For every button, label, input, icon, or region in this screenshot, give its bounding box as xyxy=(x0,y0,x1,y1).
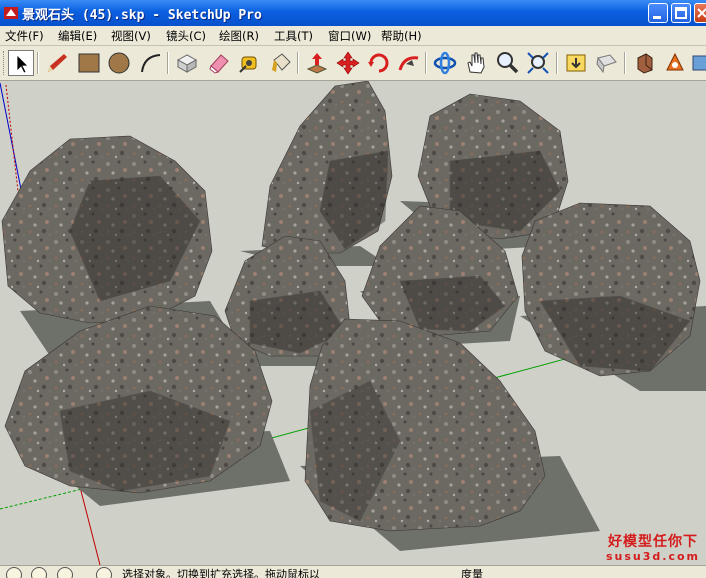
eraser-tool-button[interactable] xyxy=(206,50,232,76)
rectangle-tool-button[interactable] xyxy=(76,50,102,76)
paint-bucket-icon xyxy=(272,53,291,72)
sketchup-app-icon[interactable] xyxy=(3,5,19,21)
tape-measure-icon xyxy=(239,56,257,73)
maximize-button[interactable] xyxy=(671,3,691,23)
get-models-icon xyxy=(566,54,586,72)
measurements-label: 度量 xyxy=(461,568,483,578)
toolbar-separator xyxy=(624,52,626,74)
watermark-url: susu3d.com xyxy=(605,550,700,563)
zoom-extents-icon xyxy=(527,52,549,74)
follow-me-icon xyxy=(398,56,419,71)
status-hint: 选择对象。切换到扩充选择。拖动鼠标以 xyxy=(122,568,320,578)
rock-models xyxy=(1,81,701,532)
toolbar-separator xyxy=(297,52,299,74)
status-bar: 选择对象。切换到扩充选择。拖动鼠标以 度量 xyxy=(0,565,706,578)
zoom-icon xyxy=(497,52,519,74)
toolbar-separator xyxy=(556,52,558,74)
menu-file[interactable]: 文件(F) xyxy=(5,28,44,44)
menu-window[interactable]: 窗口(W) xyxy=(328,28,371,44)
green-axis-dashed xyxy=(0,487,87,510)
circle-icon xyxy=(108,52,130,74)
instructor-help-icon[interactable] xyxy=(96,567,112,578)
get-components-button[interactable] xyxy=(632,50,658,76)
site-watermark: 好模型任你下 susu3d.com xyxy=(604,534,702,563)
orbit-icon xyxy=(433,51,457,75)
component-icon xyxy=(176,54,198,73)
move-icon xyxy=(336,51,360,75)
toolbar-overflow-button[interactable] xyxy=(690,50,706,76)
menu-help[interactable]: 帮助(H) xyxy=(381,28,422,44)
watermark-title: 好模型任你下 xyxy=(608,534,698,550)
pan-tool-button[interactable] xyxy=(463,50,489,76)
title-bar: 景观石头 (45).skp - SketchUp Pro xyxy=(0,0,706,26)
menu-bar: 文件(F) 编辑(E) 视图(V) 镜头(C) 绘图(R) 工具(T) 窗口(W… xyxy=(0,26,706,46)
maximize-icon xyxy=(675,7,687,19)
pan-hand-icon xyxy=(467,52,485,74)
close-icon xyxy=(697,8,706,18)
circle-tool-button[interactable] xyxy=(106,50,132,76)
pencil-icon xyxy=(48,54,67,72)
orbit-tool-button[interactable] xyxy=(432,50,458,76)
select-tool-button[interactable] xyxy=(8,50,34,76)
arc-tool-button[interactable] xyxy=(138,50,164,76)
more-tools-icon xyxy=(692,55,706,71)
eraser-icon xyxy=(209,54,229,74)
rotate-tool-button[interactable] xyxy=(366,50,392,76)
minimize-icon xyxy=(653,16,661,19)
push-pull-icon xyxy=(306,53,328,74)
rotate-icon xyxy=(368,53,389,73)
paint-bucket-button[interactable] xyxy=(268,50,294,76)
menu-edit[interactable]: 编辑(E) xyxy=(58,28,97,44)
menu-camera[interactable]: 镜头(C) xyxy=(166,28,206,44)
push-pull-button[interactable] xyxy=(304,50,330,76)
share-model-button[interactable] xyxy=(594,50,620,76)
get-models-button[interactable] xyxy=(563,50,589,76)
line-tool-button[interactable] xyxy=(44,50,70,76)
extension-warehouse-button[interactable] xyxy=(662,50,688,76)
zoom-extents-button[interactable] xyxy=(525,50,551,76)
window-title: 景观石头 (45).skp - SketchUp Pro xyxy=(22,8,262,23)
extension-warehouse-icon xyxy=(666,52,684,71)
menu-draw[interactable]: 绘图(R) xyxy=(219,28,259,44)
user-icon[interactable] xyxy=(57,567,73,578)
move-tool-button[interactable] xyxy=(335,50,361,76)
main-toolbar xyxy=(0,46,706,81)
rectangle-icon xyxy=(78,53,100,73)
minimize-button[interactable] xyxy=(648,3,668,23)
geo-location-icon[interactable] xyxy=(6,567,22,578)
zoom-tool-button[interactable] xyxy=(494,50,520,76)
toolbar-separator xyxy=(425,52,427,74)
toolbar-separator xyxy=(167,52,169,74)
follow-me-button[interactable] xyxy=(396,50,422,76)
menu-tools[interactable]: 工具(T) xyxy=(274,28,313,44)
toolbar-grip[interactable] xyxy=(3,51,7,75)
close-button[interactable] xyxy=(694,3,706,23)
toolbar-separator xyxy=(37,52,39,74)
make-component-button[interactable] xyxy=(174,50,200,76)
arrow-cursor-icon xyxy=(16,54,29,74)
get-components-icon xyxy=(637,53,653,74)
drawing-viewport[interactable]: 好模型任你下 susu3d.com xyxy=(0,81,706,565)
arc-icon xyxy=(141,54,161,73)
credits-icon[interactable] xyxy=(31,567,47,578)
share-model-icon xyxy=(596,54,617,74)
menu-view[interactable]: 视图(V) xyxy=(111,28,151,44)
tape-measure-button[interactable] xyxy=(236,50,262,76)
rocks-scene xyxy=(0,81,706,565)
